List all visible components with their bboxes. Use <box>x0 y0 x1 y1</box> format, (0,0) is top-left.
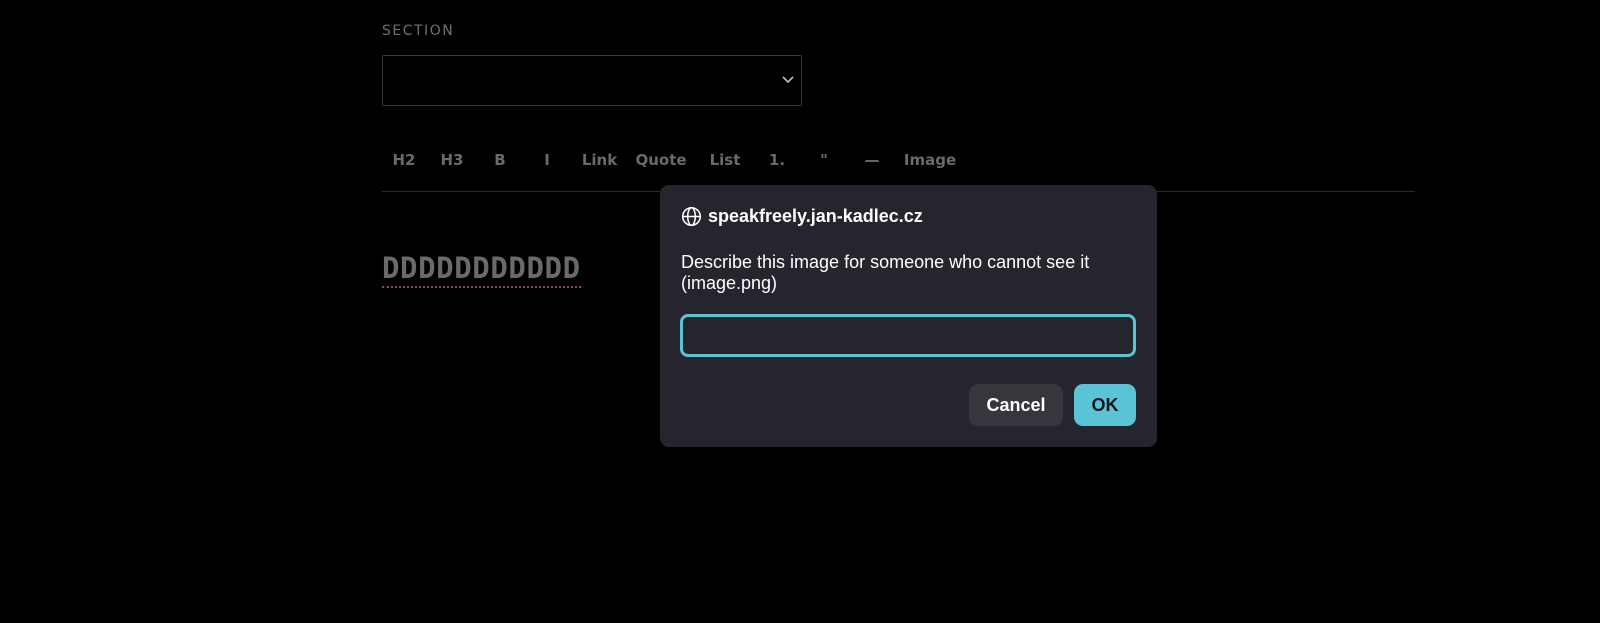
editor-content[interactable]: DDDDDDDDDDD <box>382 250 581 288</box>
toolbar-list-button[interactable]: List <box>695 151 755 169</box>
section-select[interactable] <box>382 55 802 106</box>
toolbar-link-button[interactable]: Link <box>572 151 627 169</box>
toolbar-h2-button[interactable]: H2 <box>382 151 426 169</box>
dialog-origin: speakfreely.jan-kadlec.cz <box>708 206 923 226</box>
section-label: SECTION <box>382 23 455 39</box>
formatting-toolbar: H2 H3 B I Link Quote List 1. " — Image <box>382 140 965 180</box>
globe-icon <box>681 206 702 227</box>
image-description-input[interactable] <box>680 314 1136 357</box>
toolbar-bold-button[interactable]: B <box>478 151 522 169</box>
chevron-down-icon <box>782 76 794 84</box>
page: SECTION H2 H3 B I Link Quote List 1. " —… <box>0 0 1600 623</box>
prompt-dialog: speakfreely.jan-kadlec.cz Describe this … <box>660 185 1157 447</box>
toolbar-h3-button[interactable]: H3 <box>426 151 478 169</box>
dialog-message: Describe this image for someone who cann… <box>681 252 1090 293</box>
toolbar-horizontal-rule-button[interactable]: — <box>849 151 895 169</box>
toolbar-italic-button[interactable]: I <box>522 151 572 169</box>
cancel-button[interactable]: Cancel <box>969 384 1063 426</box>
ok-button[interactable]: OK <box>1074 384 1136 426</box>
toolbar-ordered-list-button[interactable]: 1. <box>755 151 799 169</box>
toolbar-quote-button[interactable]: Quote <box>627 151 695 169</box>
dialog-header: speakfreely.jan-kadlec.cz <box>681 206 923 227</box>
toolbar-image-button[interactable]: Image <box>895 151 965 169</box>
toolbar-quote-mark-button[interactable]: " <box>799 151 849 169</box>
